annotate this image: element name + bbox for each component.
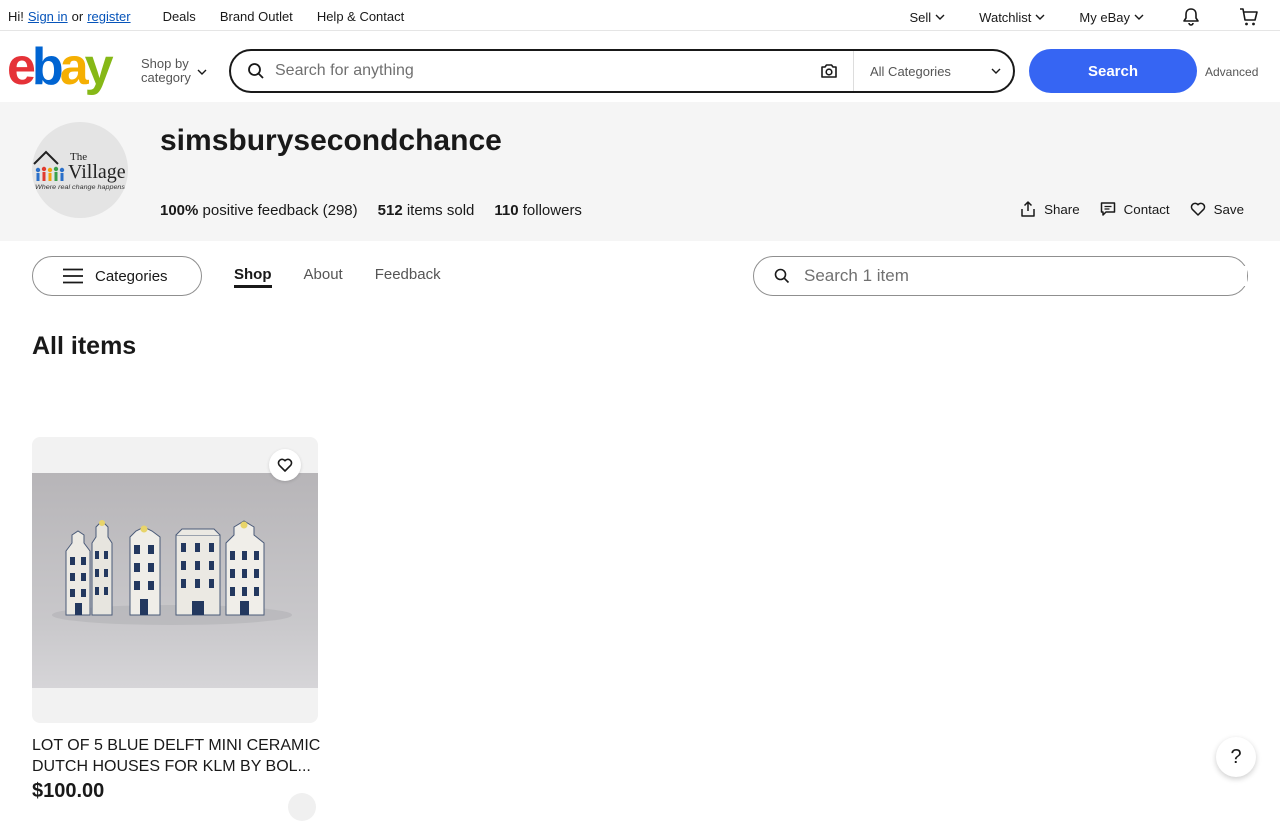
- share-button[interactable]: Share: [1020, 201, 1080, 217]
- contact-label: Contact: [1123, 201, 1170, 217]
- help-button[interactable]: ?: [1216, 737, 1256, 777]
- search-button[interactable]: Search: [1029, 49, 1197, 93]
- cart-button[interactable]: [1238, 6, 1260, 28]
- followers-text: followers: [522, 202, 582, 219]
- shop-by-category-button[interactable]: Shop by category: [141, 57, 207, 85]
- global-search-box: All Categories: [229, 49, 1015, 93]
- category-select[interactable]: All Categories: [853, 51, 1013, 91]
- my-ebay-menu[interactable]: My eBay: [1079, 7, 1144, 27]
- tab-feedback[interactable]: Feedback: [375, 266, 441, 288]
- store-name: simsburysecondchance: [160, 124, 502, 157]
- logo-text-village: Village: [68, 161, 126, 183]
- item-photo: [32, 473, 318, 688]
- cart-icon: [1240, 8, 1258, 26]
- categories-label: Categories: [95, 267, 168, 285]
- feedback-stat[interactable]: 100% positive feedback (298): [160, 202, 358, 219]
- notifications-button[interactable]: [1180, 6, 1202, 28]
- sell-menu[interactable]: Sell: [909, 7, 945, 27]
- tab-about[interactable]: About: [304, 266, 343, 288]
- logo-letter-a: a: [59, 38, 89, 96]
- or-text: or: [71, 9, 84, 24]
- search-icon: [774, 268, 790, 284]
- top-utility-bar: Hi! Sign in or register Deals Brand Outl…: [0, 0, 1280, 31]
- items-sold-stat: 512 items sold: [378, 202, 475, 219]
- feedback-text: positive feedback (298): [202, 202, 358, 219]
- watchlist-label: Watchlist: [979, 9, 1032, 25]
- followers-stat: 110 followers: [494, 202, 582, 219]
- deals-link[interactable]: Deals: [163, 9, 196, 24]
- shop-by-line1: Shop by: [141, 56, 189, 71]
- followers-num: 110: [494, 202, 519, 219]
- share-label: Share: [1044, 201, 1080, 217]
- store-banner: The Village Where real change happens si…: [0, 102, 1280, 241]
- advanced-search-link[interactable]: Advanced: [1205, 65, 1258, 79]
- search-input[interactable]: [275, 56, 819, 86]
- page-title: All items: [32, 332, 137, 360]
- camera-icon[interactable]: [819, 61, 839, 81]
- chevron-down-icon: [991, 68, 1001, 74]
- store-search-input[interactable]: [804, 266, 1247, 286]
- greeting: Hi! Sign in or register: [8, 9, 131, 24]
- heart-icon: [1190, 202, 1205, 216]
- items-sold-text: items sold: [406, 202, 475, 219]
- sign-in-link[interactable]: Sign in: [28, 9, 68, 24]
- topbar-right: Sell Watchlist My eBay: [875, 6, 1260, 28]
- store-logo-avatar: The Village Where real change happens: [32, 122, 128, 218]
- shop-by-line2: category: [141, 70, 191, 85]
- greeting-text: Hi!: [8, 9, 24, 24]
- menu-icon: [63, 268, 83, 284]
- watchlist-menu[interactable]: Watchlist: [979, 7, 1045, 27]
- chevron-down-icon: [1134, 14, 1144, 20]
- chevron-down-icon: [935, 14, 945, 20]
- register-link[interactable]: register: [87, 9, 130, 24]
- store-actions: Share Contact Save: [1020, 201, 1244, 217]
- contact-button[interactable]: Contact: [1100, 201, 1170, 217]
- logo-letter-e: e: [7, 38, 36, 96]
- chevron-down-icon: [197, 69, 207, 75]
- logo-tagline: Where real change happens: [35, 184, 126, 191]
- feedback-pct: 100%: [160, 202, 199, 219]
- logo-letter-b: b: [31, 38, 64, 96]
- share-icon: [1021, 201, 1035, 217]
- category-select-value: All Categories: [870, 63, 951, 79]
- save-label: Save: [1213, 201, 1244, 217]
- store-search-box: [753, 256, 1248, 296]
- items-sold-num: 512: [377, 202, 403, 219]
- add-to-watchlist-button[interactable]: [269, 449, 301, 481]
- tab-shop[interactable]: Shop: [234, 266, 272, 288]
- ebay-logo[interactable]: ebay: [7, 41, 127, 93]
- help-contact-link[interactable]: Help & Contact: [317, 9, 404, 24]
- save-store-button[interactable]: Save: [1190, 201, 1244, 217]
- store-tabs: Shop About Feedback: [234, 266, 441, 288]
- main-header: ebay Shop by category All Categories Sea…: [0, 31, 1280, 102]
- store-stats: 100% positive feedback (298) 512 items s…: [160, 202, 582, 219]
- village-logo-icon: The Village Where real change happens: [33, 150, 126, 191]
- search-icon: [248, 63, 264, 79]
- brand-outlet-link[interactable]: Brand Outlet: [220, 9, 293, 24]
- chevron-down-icon: [1035, 14, 1045, 20]
- item-image-link[interactable]: [32, 437, 318, 723]
- shop-by-category-label: Shop by category: [141, 57, 191, 85]
- my-ebay-label: My eBay: [1079, 9, 1130, 25]
- bell-icon: [1183, 8, 1199, 26]
- logo-letter-y: y: [84, 38, 114, 96]
- message-icon: [1100, 202, 1115, 216]
- categories-button[interactable]: Categories: [32, 256, 202, 296]
- item-title-link[interactable]: LOT OF 5 BLUE DELFT MINI CERAMIC DUTCH H…: [32, 735, 322, 777]
- heart-icon: [277, 458, 293, 472]
- topbar-nav: Deals Brand Outlet Help & Contact: [163, 9, 405, 24]
- topbar-left: Hi! Sign in or register Deals Brand Outl…: [8, 9, 404, 24]
- item-more-button[interactable]: [288, 793, 316, 821]
- sell-label: Sell: [909, 9, 932, 25]
